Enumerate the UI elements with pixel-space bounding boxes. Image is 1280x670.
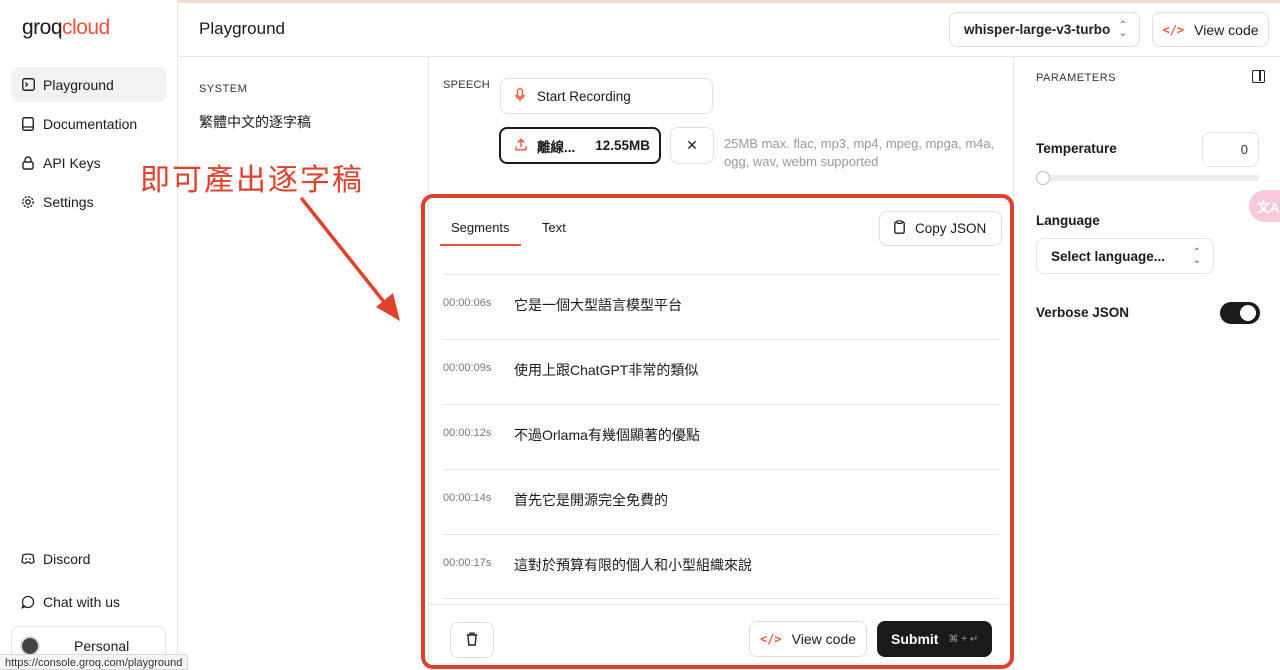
toggle-panel-icon[interactable]: [1252, 70, 1265, 83]
trash-icon: [466, 632, 478, 649]
model-select[interactable]: whisper-large-v3-turbo ⌃ ⌄: [949, 12, 1140, 47]
main-nav: Playground Documentation API Keys Settin…: [11, 67, 167, 223]
sidebar-item-label: Documentation: [43, 115, 138, 132]
results-panel: Segments Text Copy JSON 00:00:06s 它是一個大型…: [429, 200, 1013, 670]
logo-text: groq: [22, 16, 63, 39]
file-size: 12.55MB: [595, 138, 651, 153]
sidebar-item-label: Playground: [43, 76, 114, 93]
segment-row: 00:00:17s 這對於預算有限的個人和小型組織來說: [443, 534, 999, 599]
copy-json-label: Copy JSON: [915, 221, 987, 236]
speech-label: SPEECH: [443, 79, 491, 91]
active-tab-indicator: [440, 244, 521, 246]
clipboard-icon: [894, 220, 905, 237]
temperature-slider[interactable]: [1036, 175, 1259, 181]
temperature-slider-thumb[interactable]: [1036, 171, 1050, 185]
segment-text: 這對於預算有限的個人和小型組織來說: [514, 557, 752, 573]
page-title: Playground: [199, 19, 286, 38]
uploaded-file-chip[interactable]: 離線... 12.55MB: [499, 127, 661, 164]
temperature-input[interactable]: 0: [1202, 132, 1259, 167]
temperature-label: Temperature: [1036, 141, 1117, 156]
sidebar-item-chat[interactable]: Chat with us: [11, 584, 167, 619]
segment-row: 00:00:14s 首先它是開源完全免費的: [443, 469, 999, 534]
verbose-json-label: Verbose JSON: [1036, 305, 1130, 320]
system-label: SYSTEM: [199, 83, 248, 95]
sidebar-item-label: Settings: [43, 193, 94, 210]
microphone-icon: [515, 87, 525, 105]
copy-json-button[interactable]: Copy JSON: [879, 211, 1002, 246]
avatar: [20, 636, 40, 656]
language-label: Language: [1036, 213, 1100, 228]
segment-text: 首先它是開源完全免費的: [514, 492, 668, 508]
code-icon: </>: [759, 632, 782, 646]
tab-text[interactable]: Text: [542, 220, 566, 235]
annotation-text: 即可產出逐字稿: [140, 163, 364, 198]
tab-segments[interactable]: Segments: [451, 220, 510, 235]
bottom-nav: Discord Chat with us: [11, 541, 167, 627]
upload-icon: [515, 137, 527, 154]
model-select-value: whisper-large-v3-turbo: [964, 22, 1111, 37]
file-help-text: 25MB max. flac, mp3, mp4, mpeg, mpga, m4…: [724, 136, 995, 169]
chevron-updown-icon: ⌃ ⌄: [1192, 247, 1201, 266]
logo-suffix: cloud: [62, 16, 110, 39]
system-panel: SYSTEM 繁體中文的逐字稿: [178, 57, 429, 670]
results-footer: </> View code Submit ⌘ + ↵: [429, 604, 1013, 670]
code-icon: </>: [1162, 22, 1185, 37]
segment-time: 00:00:09s: [443, 362, 492, 374]
submit-label: Submit: [891, 631, 939, 647]
view-code-label: View code: [1194, 21, 1259, 38]
chat-icon: [21, 595, 35, 609]
submit-shortcut: ⌘ + ↵: [948, 633, 979, 645]
playground-icon: [21, 78, 35, 92]
sidebar-item-discord[interactable]: Discord: [11, 541, 167, 576]
file-name: 離線...: [537, 139, 576, 155]
account-label: Personal: [74, 638, 130, 654]
groqcloud-logo[interactable]: groqcloud: [22, 16, 110, 40]
status-bar-url: https://console.groq.com/playground: [0, 654, 189, 670]
submit-button[interactable]: Submit ⌘ + ↵: [877, 621, 992, 657]
segment-time: 00:00:17s: [443, 557, 492, 569]
sidebar-item-playground[interactable]: Playground: [11, 67, 167, 102]
segment-time: 00:00:06s: [443, 297, 492, 309]
sidebar-item-label: API Keys: [43, 154, 101, 171]
clear-button[interactable]: [450, 622, 494, 658]
segment-time: 00:00:14s: [443, 492, 492, 504]
translate-extension-button[interactable]: 文A: [1249, 190, 1280, 222]
sidebar-item-documentation[interactable]: Documentation: [11, 106, 167, 141]
annotation-arrow: [300, 197, 400, 321]
language-select[interactable]: Select language... ⌃ ⌄: [1036, 238, 1214, 274]
key-icon: [21, 155, 35, 170]
sidebar-item-label: Chat with us: [43, 593, 121, 610]
verbose-json-toggle[interactable]: [1220, 302, 1260, 324]
chevron-updown-icon: ⌃ ⌄: [1118, 20, 1127, 39]
language-select-value: Select language...: [1051, 248, 1166, 264]
segment-text: 它是一個大型語言模型平台: [514, 297, 682, 313]
segments-list: 00:00:06s 它是一個大型語言模型平台 00:00:09s 使用上跟Cha…: [443, 274, 999, 599]
parameters-label: PARAMETERS: [1036, 72, 1116, 84]
sidebar: groqcloud Playground Documentation API K…: [0, 0, 178, 670]
segment-text: 使用上跟ChatGPT非常的類似: [514, 362, 699, 378]
view-code-label: View code: [791, 631, 857, 647]
segment-row: 00:00:09s 使用上跟ChatGPT非常的類似: [443, 339, 999, 404]
segment-row: 00:00:12s 不過Orlama有幾個顯著的優點: [443, 404, 999, 469]
close-icon: ✕: [686, 137, 698, 153]
start-recording-button[interactable]: Start Recording: [500, 78, 713, 114]
gear-icon: [21, 195, 35, 209]
sidebar-item-label: Discord: [43, 550, 91, 567]
system-prompt[interactable]: 繁體中文的逐字稿: [199, 112, 311, 132]
page-header: Playground whisper-large-v3-turbo ⌃ ⌄ </>…: [178, 0, 1280, 57]
translate-icon: 文A: [1257, 199, 1280, 215]
start-recording-label: Start Recording: [537, 88, 631, 104]
segment-time: 00:00:12s: [443, 427, 492, 439]
segment-row: 00:00:06s 它是一個大型語言模型平台: [443, 274, 999, 339]
view-code-button[interactable]: </> View code: [1152, 12, 1269, 47]
discord-icon: [21, 552, 35, 566]
remove-file-button[interactable]: ✕: [670, 127, 714, 164]
parameters-panel: PARAMETERS Temperature 0 Language Select…: [1013, 57, 1280, 670]
book-icon: [21, 116, 35, 131]
segment-text: 不過Orlama有幾個顯著的優點: [514, 427, 700, 443]
view-code-button-bottom[interactable]: </> View code: [749, 621, 867, 657]
